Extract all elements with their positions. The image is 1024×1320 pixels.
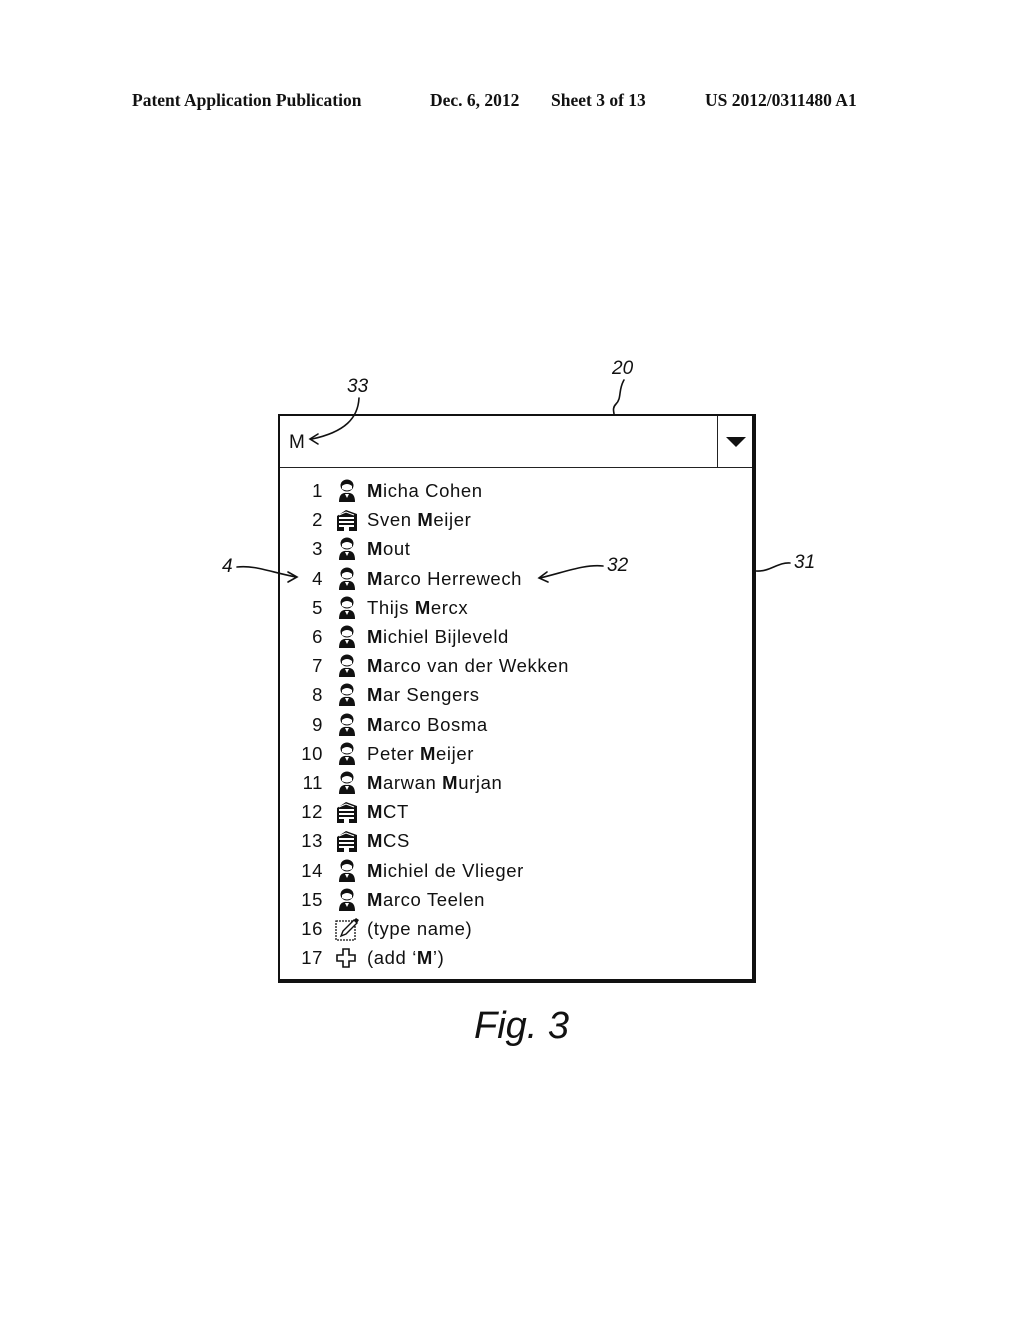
list-item[interactable]: 17 (add ‘M’)	[280, 943, 752, 972]
item-number: 8	[312, 684, 323, 706]
item-number: 12	[301, 801, 323, 823]
list-item[interactable]: 12 MCT	[280, 797, 752, 826]
item-label: Thijs Mercx	[367, 596, 469, 618]
item-number: 10	[301, 742, 323, 764]
person-icon	[334, 625, 360, 649]
list-item[interactable]: 15 Marco Teelen	[280, 885, 752, 914]
patent-header: Patent Application Publication Dec. 6, 2…	[0, 90, 1024, 114]
person-icon	[334, 888, 360, 912]
list-item[interactable]: 6 Michiel Bijleveld	[280, 622, 752, 651]
list-item[interactable]: 11 Marwan Murjan	[280, 768, 752, 797]
item-label: (type name)	[367, 918, 473, 939]
item-number: 14	[301, 859, 323, 881]
list-item[interactable]: 8 Mar Sengers	[280, 680, 752, 709]
person-icon	[334, 537, 360, 561]
item-number: 16	[301, 918, 323, 939]
leader-line-20	[612, 379, 625, 415]
dropdown-button[interactable]	[717, 416, 752, 467]
sheet-number: Sheet 3 of 13	[551, 90, 646, 110]
list-item[interactable]: 1 Micha Cohen	[280, 476, 752, 505]
item-label: Marco van der Wekken	[367, 655, 569, 677]
callout-20: 20	[612, 358, 634, 379]
item-label: MCS	[367, 830, 410, 852]
patent-number: US 2012/0311480 A1	[705, 90, 857, 110]
item-label: Michiel Bijleveld	[367, 626, 509, 647]
item-number: 11	[302, 772, 323, 793]
list-item[interactable]: 4 Marco Herrewech	[280, 564, 752, 593]
item-label: Mar Sengers	[367, 684, 480, 706]
person-icon	[334, 567, 360, 591]
triangle-down-icon	[726, 437, 746, 447]
item-number: 5	[312, 596, 323, 618]
item-number: 15	[301, 888, 323, 910]
item-number: 6	[312, 626, 323, 647]
item-label: Marco Teelen	[367, 888, 485, 910]
list-item[interactable]: 2 Sven Meijer	[280, 505, 752, 534]
search-input[interactable]: M	[280, 416, 752, 468]
item-label: Peter Meijer	[367, 742, 474, 764]
publication-title: Patent Application Publication	[132, 90, 362, 110]
search-input-value[interactable]: M	[289, 432, 305, 454]
list-item[interactable]: 10 Peter Meijer	[280, 739, 752, 768]
list-item[interactable]: 9 Marco Bosma	[280, 710, 752, 739]
plus-icon	[334, 946, 360, 970]
figure-label: Fig. 3	[474, 1005, 570, 1047]
item-label: MCT	[367, 801, 409, 823]
item-label: Micha Cohen	[367, 480, 483, 501]
item-label: Mout	[367, 538, 411, 560]
edit-icon	[334, 917, 360, 941]
item-number: 4	[312, 567, 323, 589]
building-icon	[334, 800, 360, 824]
item-number: 17	[301, 947, 323, 969]
callout-31: 31	[794, 552, 816, 573]
person-icon	[334, 742, 360, 766]
publication-date: Dec. 6, 2012	[430, 90, 520, 110]
autocomplete-combobox: M 1 Micha Cohen 2 Sven Meijer 3 Mout 4 Marco He…	[278, 414, 756, 983]
callout-33: 33	[347, 376, 369, 397]
person-icon	[334, 771, 360, 795]
person-icon	[334, 596, 360, 620]
item-label: Sven Meijer	[367, 509, 472, 531]
item-number: 3	[312, 538, 323, 560]
list-item[interactable]: 14 Michiel de Vlieger	[280, 856, 752, 885]
item-number: 9	[312, 713, 323, 735]
leader-line-31	[755, 562, 791, 572]
item-label: (add ‘M’)	[367, 947, 445, 969]
list-item[interactable]: 13 MCS	[280, 826, 752, 855]
building-icon	[334, 508, 360, 532]
item-label: Marco Bosma	[367, 713, 488, 735]
person-icon	[334, 654, 360, 678]
building-icon	[334, 829, 360, 853]
person-icon	[334, 479, 360, 503]
item-number: 7	[312, 655, 323, 677]
callout-32: 32	[607, 555, 629, 576]
list-item[interactable]: 7 Marco van der Wekken	[280, 651, 752, 680]
item-number: 1	[312, 480, 323, 501]
item-label: Marwan Murjan	[367, 772, 503, 793]
item-label: Michiel de Vlieger	[367, 859, 524, 881]
item-number: 13	[301, 830, 323, 852]
callout-4: 4	[222, 556, 233, 577]
person-icon	[334, 859, 360, 883]
person-icon	[334, 713, 360, 737]
item-label: Marco Herrewech	[367, 567, 523, 589]
item-number: 2	[312, 509, 323, 531]
list-item[interactable]: 5 Thijs Mercx	[280, 593, 752, 622]
list-item[interactable]: 3 Mout	[280, 534, 752, 563]
list-item[interactable]: 16 (type name)	[280, 914, 752, 943]
person-icon	[334, 683, 360, 707]
